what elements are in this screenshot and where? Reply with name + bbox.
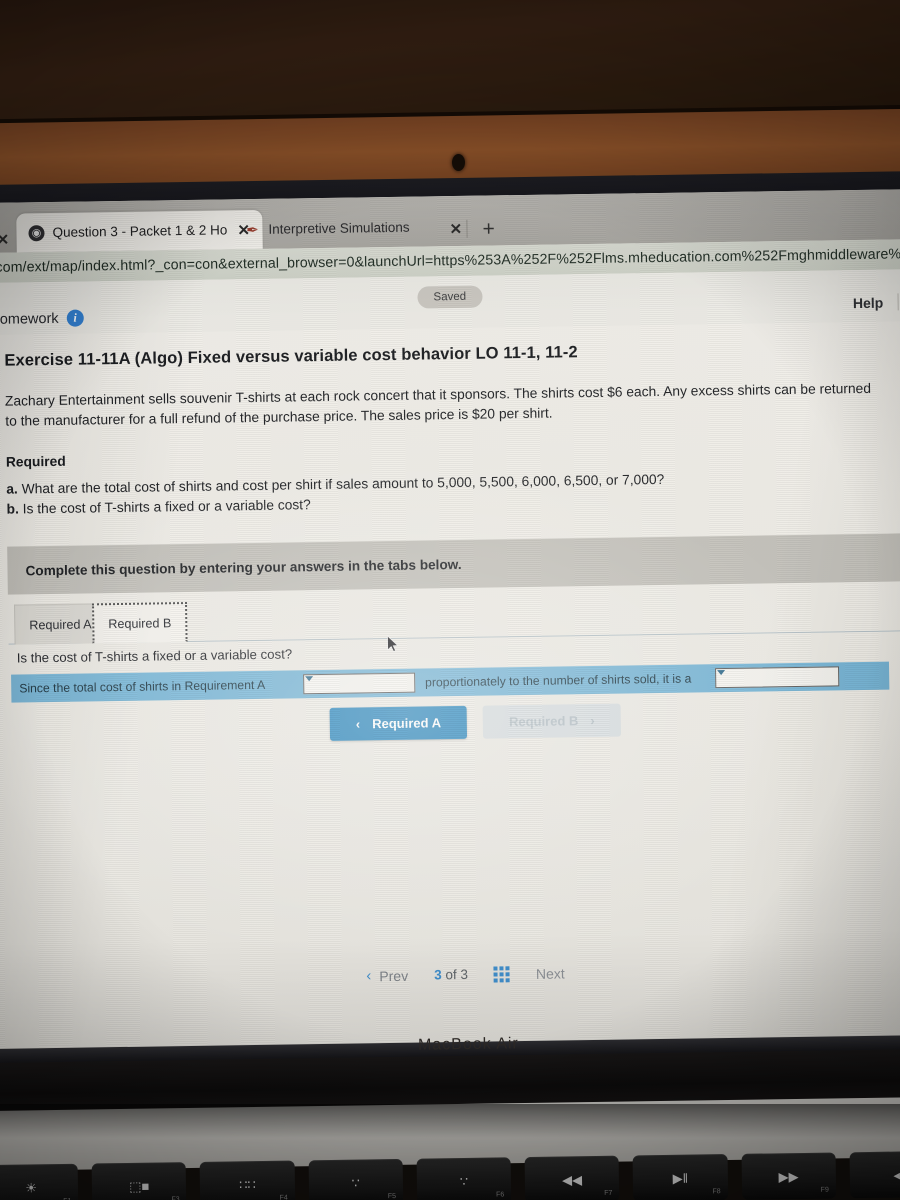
complete-question-banner: Complete this question by entering your … (7, 532, 900, 595)
tab-required-b[interactable]: Required B (92, 602, 188, 644)
required-heading: Required (5, 453, 66, 470)
tab-label: Required B (108, 615, 172, 631)
device-brand-label: MacBook Air (417, 1035, 519, 1054)
list-item-marker: a. (6, 481, 18, 497)
header-actions: Help S (853, 293, 900, 311)
key-glyph: ⬚■ (129, 1178, 150, 1194)
list-item-marker: b. (6, 501, 19, 517)
page-current: 3 (434, 967, 442, 983)
key-glyph: ∵ (459, 1173, 469, 1189)
answer-sentence-mid: proportionately to the number of shirts … (425, 671, 692, 690)
key-rewind-icon[interactable]: ◀◀ F7 (524, 1155, 620, 1200)
answer-sentence-lead: Since the total cost of shirts in Requir… (19, 677, 266, 696)
page-counter: 3 of 3 (434, 967, 468, 983)
tab-label: Required A (29, 616, 92, 632)
browser-tab-title: Question 3 - Packet 1 & 2 Hom (52, 222, 228, 240)
header-divider (897, 293, 899, 311)
key-glyph: ◀◀ (561, 1171, 583, 1188)
save-status-badge: Saved (417, 285, 483, 309)
chevron-left-icon: ‹ (355, 716, 361, 732)
key-fn-label: F6 (495, 1191, 505, 1199)
key-mission-control-icon[interactable]: ⬚■ F3 (91, 1162, 187, 1200)
breadcrumb-label: omework (0, 310, 59, 328)
chevron-left-icon: ‹ (366, 967, 372, 985)
browser-tab-inactive[interactable]: ✒ Interpretive Simulations (232, 207, 422, 249)
laptop-screen: ✕ ◉ Question 3 - Packet 1 & 2 Hom ✕ ✒ In… (0, 188, 900, 1063)
tab-close-icon-left[interactable]: ✕ (0, 231, 9, 249)
required-list: a. What are the total cost of shirts and… (6, 468, 827, 520)
key-play-pause-icon[interactable]: ▶‖ F8 (632, 1154, 728, 1200)
chevron-down-icon (305, 676, 314, 682)
key-fn-label: F7 (604, 1189, 613, 1197)
chevron-right-icon: › (590, 712, 595, 729)
pagination: ‹ Prev 3 of 3 Next (0, 959, 900, 990)
browser-tab-active[interactable]: ◉ Question 3 - Packet 1 & 2 Hom ✕ (16, 209, 263, 253)
prev-page-label: Prev (379, 967, 409, 984)
grid-icon[interactable] (493, 965, 511, 982)
close-icon[interactable]: ✕ (449, 220, 462, 238)
complete-question-text: Complete this question by entering your … (25, 556, 462, 578)
page-total: 3 (460, 966, 469, 982)
question-body: Exercise 11-11A (Algo) Fixed versus vari… (0, 320, 900, 1063)
key-fn-label: F8 (712, 1188, 721, 1196)
webcam-dot (452, 154, 465, 171)
help-button[interactable]: Help (853, 294, 884, 310)
tab-divider (466, 219, 468, 238)
key-keyboard-backlight-up-icon[interactable]: ∵ F6 (416, 1157, 512, 1200)
key-fn-label: F4 (279, 1194, 288, 1200)
next-requirement-button: Required B › (482, 703, 621, 739)
prev-requirement-label: Required A (372, 715, 442, 732)
key-glyph: ☀ (25, 1179, 38, 1196)
chevron-down-icon (717, 670, 726, 676)
key-brightness-icon[interactable]: ☀F1 (0, 1163, 79, 1200)
mouse-cursor-icon (387, 635, 399, 652)
new-tab-button[interactable]: + (482, 217, 495, 241)
prev-page-button[interactable]: ‹ Prev (366, 967, 409, 985)
key-glyph: ◂ (893, 1167, 900, 1183)
key-launchpad-icon[interactable]: ∷∷ F4 (200, 1160, 295, 1200)
key-mute-icon[interactable]: ◂F10 (849, 1150, 900, 1199)
page-of-label: of (445, 967, 457, 983)
breadcrumb: omework i (0, 309, 84, 328)
key-glyph: ∷∷ (239, 1176, 256, 1192)
question-paragraph: Zachary Entertainment sells souvenir T-s… (4, 380, 872, 429)
answer-select-2[interactable] (715, 666, 840, 689)
list-item-text: Is the cost of T-shirts a fixed or a var… (22, 497, 311, 517)
key-glyph: ▶▶ (778, 1168, 799, 1184)
key-glyph: ∵ (351, 1175, 360, 1191)
globe-icon: ◉ (28, 224, 45, 241)
answer-sentence-row: Since the total cost of shirts in Requir… (11, 661, 890, 703)
browser-tab-title: Interpretive Simulations (268, 219, 410, 237)
next-requirement-label: Required B (508, 713, 579, 730)
pen-icon: ✒ (246, 221, 259, 239)
laptop-photo: ✕ ◉ Question 3 - Packet 1 & 2 Hom ✕ ✒ In… (0, 0, 900, 1200)
answer-tab-strip: Required A Required B (8, 590, 900, 645)
panel-nav: ‹ Required A Required B › (329, 703, 621, 741)
key-glyph: ▶‖ (672, 1170, 689, 1186)
key-fn-label: F5 (387, 1193, 397, 1200)
answer-prompt: Is the cost of T-shirts a fixed or a var… (16, 646, 293, 666)
page-title: Exercise 11-11A (Algo) Fixed versus vari… (4, 343, 578, 370)
prev-requirement-button[interactable]: ‹ Required A (329, 705, 468, 741)
info-icon[interactable]: i (66, 309, 84, 327)
next-page-button[interactable]: Next (536, 965, 565, 981)
key-fn-label: F3 (171, 1196, 180, 1200)
key-keyboard-backlight-down-icon[interactable]: ∵ F5 (308, 1158, 404, 1200)
answer-select-1[interactable] (302, 672, 416, 695)
key-fn-label: F9 (820, 1186, 829, 1194)
key-fast-forward-icon[interactable]: ▶▶ F9 (741, 1152, 836, 1200)
